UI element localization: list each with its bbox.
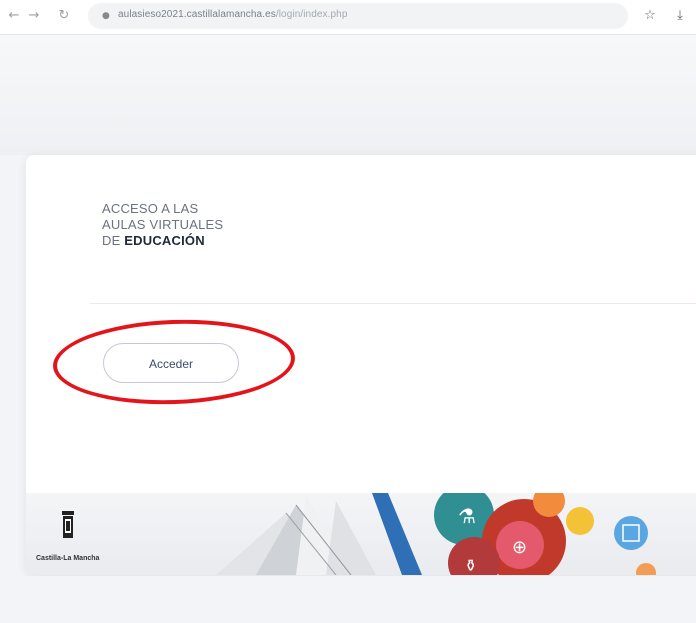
jccm-logo: Castilla-La Mancha [36, 509, 102, 565]
star-icon[interactable]: ☆ [642, 8, 658, 24]
url-path: /login/index.php [275, 9, 348, 20]
svg-text:⚗: ⚗ [458, 504, 476, 528]
crest-icon [62, 511, 74, 538]
download-icon[interactable]: ⤓ [672, 8, 688, 24]
title-line-2: AULAS VIRTUALES [102, 217, 224, 232]
logo-text: Castilla-La Mancha [36, 555, 100, 562]
title-line-1: ACCESO A LAS [102, 201, 199, 216]
login-card: ACCESO A LAS AULAS VIRTUALES DE EDUCACIÓ… [26, 155, 696, 575]
page-title: ACCESO A LAS AULAS VIRTUALES DE EDUCACIÓ… [102, 201, 223, 249]
svg-text:⚱: ⚱ [464, 556, 477, 575]
lock-icon: ● [102, 11, 110, 21]
footer-banner: Castilla-La Mancha ⚗ ⊕ ⚱ [26, 493, 696, 575]
url-text[interactable]: aulasieso2021.castillalamancha.es/login/… [118, 9, 348, 20]
page-header-area [0, 35, 696, 155]
title-strong: EDUCACIÓN [124, 233, 205, 248]
svg-text:⊕: ⊕ [512, 537, 527, 558]
url-host: aulasieso2021.castillalamancha.es [118, 9, 276, 20]
title-prefix: DE [102, 233, 121, 248]
address-bar[interactable]: ● aulasieso2021.castillalamancha.es/logi… [88, 3, 628, 29]
book-illustration: ⚗ ⊕ ⚱ [216, 493, 656, 575]
divider [90, 303, 696, 304]
red-highlight-circle [51, 315, 297, 409]
page-bottom [0, 576, 696, 623]
reload-icon[interactable]: ↻ [56, 8, 72, 24]
forward-arrow-icon[interactable]: → [26, 8, 42, 24]
back-arrow-icon[interactable]: ← [6, 8, 22, 24]
title-line-3: DE EDUCACIÓN [102, 233, 223, 249]
browser-toolbar: ← → ↻ ● aulasieso2021.castillalamancha.e… [0, 0, 696, 35]
